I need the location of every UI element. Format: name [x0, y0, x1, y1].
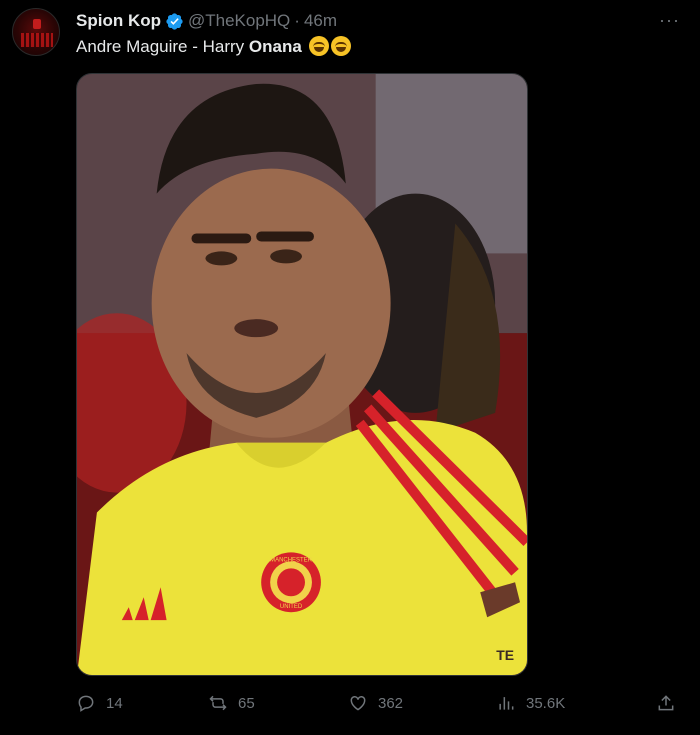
- reply-button[interactable]: 14: [76, 690, 123, 716]
- tweet-text-prefix: Andre Maguire - Harry: [76, 37, 249, 56]
- crest-text-top: MANCHESTER: [270, 557, 312, 563]
- share-button[interactable]: [656, 690, 676, 716]
- repost-icon: [209, 695, 227, 711]
- views-button[interactable]: 35.6K: [496, 690, 565, 716]
- header-separator: ·: [294, 11, 300, 30]
- verified-badge-icon[interactable]: [165, 12, 184, 31]
- avatar[interactable]: [12, 8, 60, 56]
- heart-icon: [350, 695, 366, 711]
- author-handle[interactable]: @TheKopHQ: [188, 11, 290, 31]
- like-count: 362: [378, 694, 404, 712]
- tweet-header: Spion Kop @TheKopHQ · 46m: [76, 10, 337, 32]
- repost-count: 65: [238, 694, 255, 712]
- more-horizontal-icon[interactable]: ···: [659, 10, 680, 31]
- share-icon: [658, 695, 674, 711]
- author-display-name[interactable]: Spion Kop: [76, 11, 161, 31]
- like-button[interactable]: 362: [348, 690, 403, 716]
- tweet-actions: 14 65 362 35.6K: [76, 690, 686, 716]
- tweet-photo[interactable]: MANCHESTER UNITED TE: [76, 73, 528, 676]
- repost-button[interactable]: 65: [208, 690, 255, 716]
- reply-icon: [78, 695, 94, 712]
- view-count: 35.6K: [526, 694, 566, 712]
- avatar-stand-graphic: [21, 33, 53, 47]
- views-chart-icon: [499, 697, 514, 710]
- crest-text-bottom: UNITED: [280, 604, 303, 610]
- photo-illustration: MANCHESTER UNITED TE: [77, 74, 527, 675]
- sleeve-text: TE: [496, 647, 514, 663]
- tweet[interactable]: Spion Kop @TheKopHQ · 46m ··· Andre Magu…: [0, 0, 700, 735]
- tweet-text-bold: Onana: [248, 37, 302, 56]
- tweet-text: Andre Maguire - Harry Onana: [76, 36, 351, 58]
- reply-count: 14: [106, 694, 123, 712]
- tweet-timestamp[interactable]: 46m: [304, 11, 337, 31]
- tears-of-joy-emoji-icon: [330, 36, 351, 56]
- avatar-crest-graphic: [33, 19, 41, 29]
- tears-of-joy-emoji-icon: [308, 36, 329, 56]
